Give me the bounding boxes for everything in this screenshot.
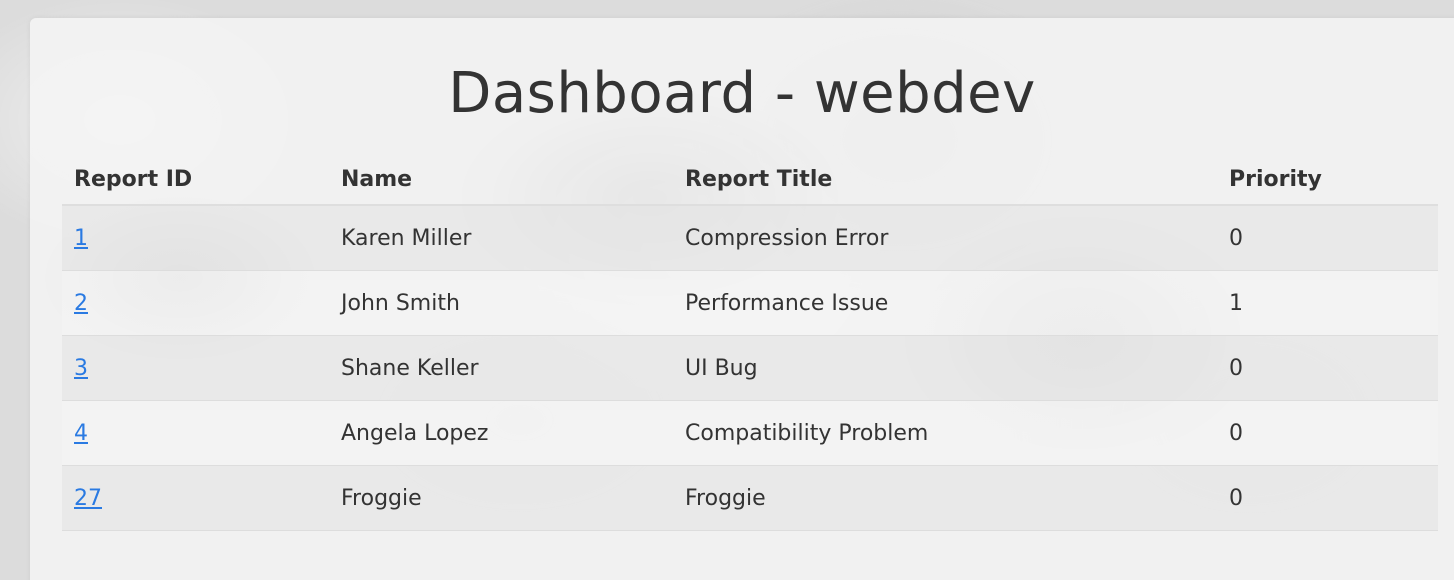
report-id-cell: 1 [62, 205, 329, 271]
priority-cell: 0 [1217, 465, 1438, 531]
column-header-report-title: Report Title [673, 154, 1217, 206]
report-title-cell: Performance Issue [673, 270, 1217, 336]
priority-cell: 0 [1217, 335, 1438, 401]
report-title-cell: UI Bug [673, 335, 1217, 401]
report-id-link[interactable]: 3 [74, 356, 88, 381]
name-cell: Angela Lopez [329, 400, 673, 466]
report-id-link[interactable]: 1 [74, 226, 88, 251]
dashboard-panel: Dashboard - webdev Report ID Name Report… [30, 18, 1454, 580]
page-title: Dashboard - webdev [448, 61, 1036, 126]
report-title-cell: Froggie [673, 465, 1217, 531]
table-body: 1 Karen Miller Compression Error 0 2 Joh… [62, 205, 1438, 531]
report-id-link[interactable]: 27 [74, 486, 102, 511]
report-id-link[interactable]: 2 [74, 291, 88, 316]
header-row: Report ID Name Report Title Priority [62, 154, 1438, 206]
name-cell: Karen Miller [329, 205, 673, 271]
column-header-priority: Priority [1217, 154, 1438, 206]
report-title-cell: Compression Error [673, 205, 1217, 271]
report-id-link[interactable]: 4 [74, 421, 88, 446]
column-header-report-id: Report ID [62, 154, 329, 206]
name-cell: Shane Keller [329, 335, 673, 401]
table-row: 1 Karen Miller Compression Error 0 [62, 205, 1438, 271]
report-title-cell: Compatibility Problem [673, 400, 1217, 466]
report-id-cell: 2 [62, 270, 329, 336]
table-row: 2 John Smith Performance Issue 1 [62, 270, 1438, 336]
priority-cell: 0 [1217, 205, 1438, 271]
name-cell: Froggie [329, 465, 673, 531]
name-cell: John Smith [329, 270, 673, 336]
priority-cell: 0 [1217, 400, 1438, 466]
table-row: 3 Shane Keller UI Bug 0 [62, 335, 1438, 401]
priority-cell: 1 [1217, 270, 1438, 336]
table-header: Report ID Name Report Title Priority [62, 154, 1438, 206]
report-id-cell: 27 [62, 465, 329, 531]
report-id-cell: 4 [62, 400, 329, 466]
column-header-name: Name [329, 154, 673, 206]
reports-table: Report ID Name Report Title Priority 1 K… [62, 154, 1438, 531]
table-row: 4 Angela Lopez Compatibility Problem 0 [62, 400, 1438, 466]
report-id-cell: 3 [62, 335, 329, 401]
table-row: 27 Froggie Froggie 0 [62, 465, 1438, 531]
